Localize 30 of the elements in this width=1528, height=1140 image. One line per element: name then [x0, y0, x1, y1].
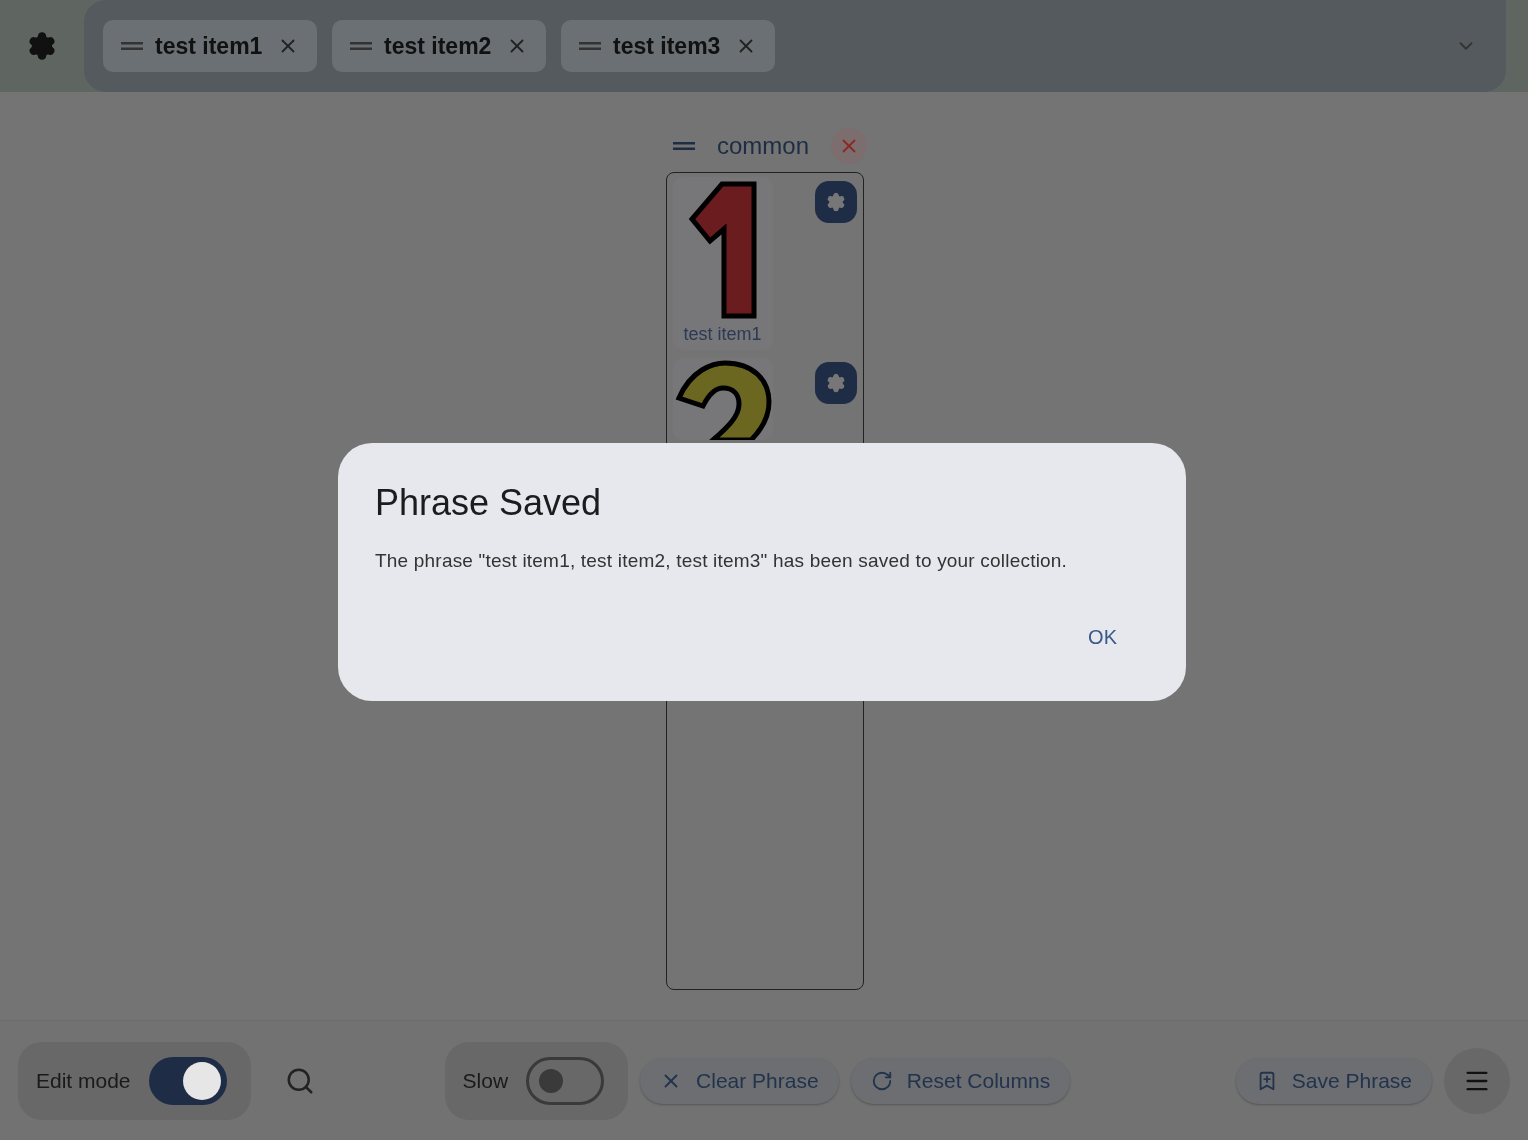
toggle-switch[interactable]: [526, 1056, 605, 1105]
drag-handle-icon[interactable]: [579, 41, 601, 51]
drag-handle-icon[interactable]: [673, 141, 695, 151]
remove-column-button[interactable]: [831, 128, 867, 164]
footer-button[interactable]: Save Phrase: [1235, 1057, 1432, 1104]
dialog-title: Phrase Saved: [375, 481, 603, 525]
column-title: common: [717, 131, 809, 161]
edit-mode-label: Edit mode: [36, 1067, 131, 1094]
ok-button[interactable]: OK: [1080, 617, 1125, 656]
item-settings-button[interactable]: [814, 181, 857, 223]
chip-label: test item3: [613, 31, 721, 61]
dialog-message: The phrase "test item1, test item2, test item3" has been saved to your collection.: [375, 549, 1069, 573]
footer-button[interactable]: Reset Columns: [850, 1057, 1071, 1104]
item-settings-button[interactable]: [814, 362, 857, 404]
item-chip[interactable]: test item1: [103, 20, 317, 72]
slow-label: Slow: [462, 1067, 509, 1094]
toggle-switch[interactable]: [148, 1056, 227, 1105]
footer-button[interactable]: Clear Phrase: [640, 1057, 839, 1104]
refresh-icon: [870, 1069, 893, 1092]
item-chip[interactable]: test item3: [561, 20, 775, 72]
settings-icon[interactable]: [27, 31, 57, 61]
item-card[interactable]: test item1: [672, 177, 773, 350]
chip-label: test item2: [384, 31, 492, 61]
chip-label: test item1: [155, 31, 263, 61]
gear-icon: [825, 373, 846, 393]
item-label: test item1: [683, 323, 762, 346]
drag-handle-icon[interactable]: [121, 41, 143, 51]
gear-icon: [825, 192, 846, 212]
drag-handle-icon[interactable]: [350, 41, 372, 51]
item-chip[interactable]: test item2: [332, 20, 546, 72]
